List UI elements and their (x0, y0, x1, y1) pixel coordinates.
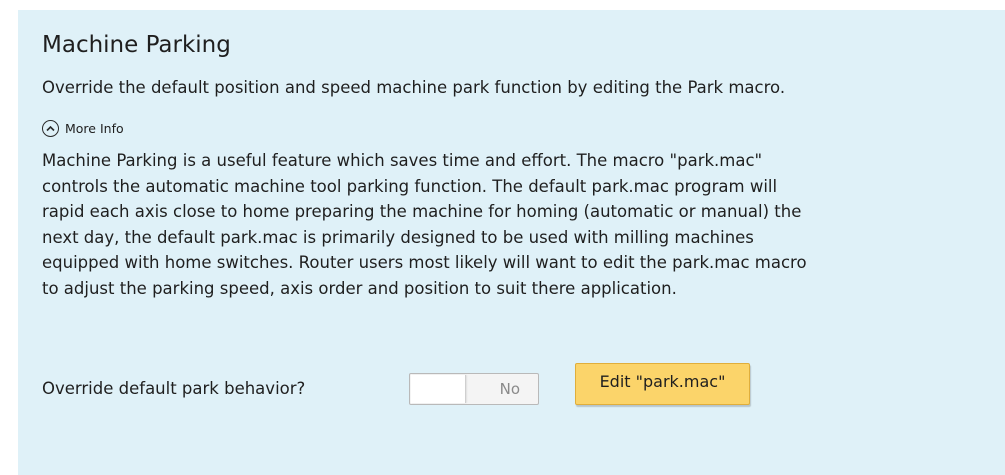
edit-park-mac-button[interactable]: Edit "park.mac" (575, 363, 750, 405)
more-info-toggle[interactable]: More Info (42, 120, 124, 137)
description-line: controls the automatic machine tool park… (42, 176, 778, 196)
override-toggle[interactable]: No (409, 373, 539, 405)
description-line: next day, the default park.mac is primar… (42, 227, 754, 247)
description-line: equipped with home switches. Router user… (42, 253, 807, 272)
description-line: rapid each axis close to home preparing … (42, 202, 802, 221)
toggle-state-label: No (499, 380, 520, 398)
more-info-label[interactable]: More Info (65, 121, 124, 136)
section-title: Machine Parking (42, 32, 231, 58)
override-label: Override default park behavior? (42, 379, 306, 398)
section-subtitle: Override the default position and speed … (42, 78, 786, 97)
description-text: Machine Parking is a useful feature whic… (42, 148, 992, 301)
description-line: Machine Parking is a useful feature whic… (42, 151, 763, 170)
chevron-up-icon[interactable] (42, 120, 59, 137)
machine-parking-panel: Machine Parking Override the default pos… (18, 10, 1005, 475)
description-line: to adjust the parking speed, axis order … (42, 278, 677, 298)
toggle-knob[interactable] (411, 375, 466, 403)
